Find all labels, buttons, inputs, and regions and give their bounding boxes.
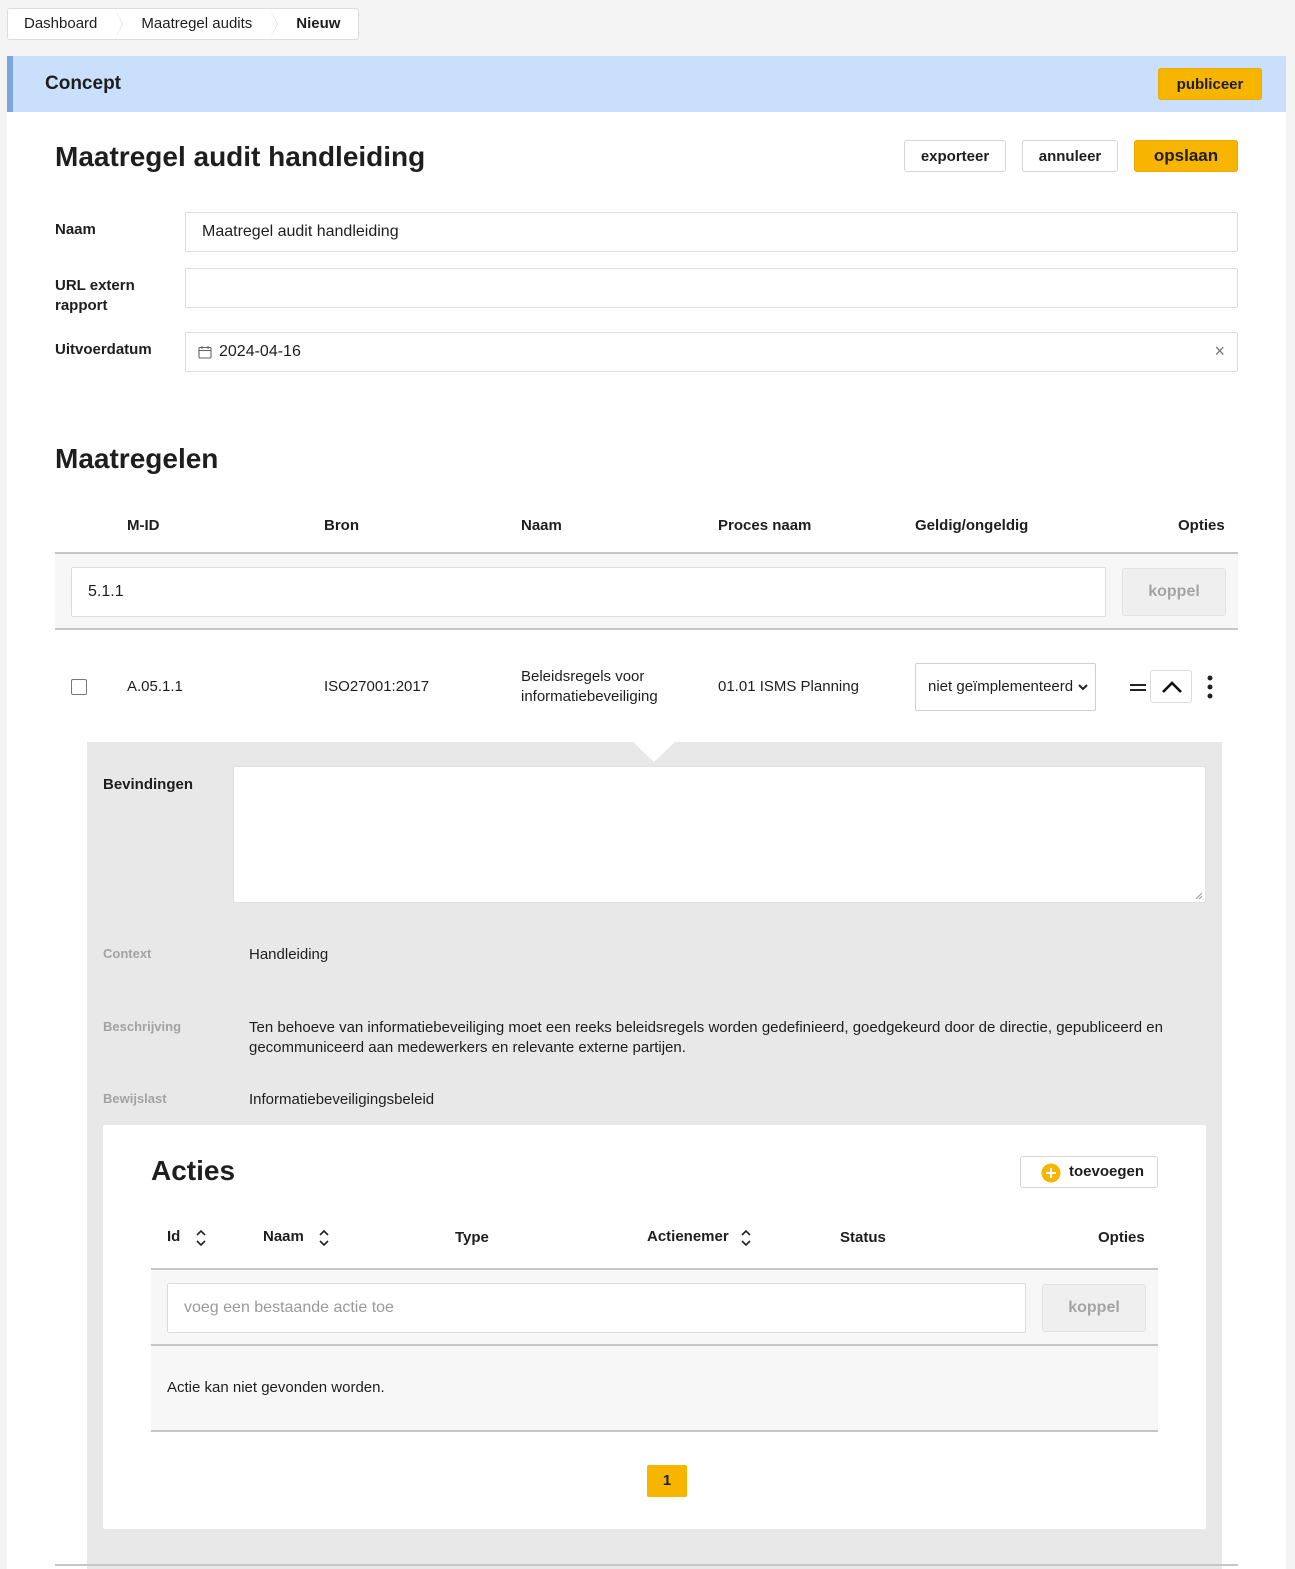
koppel-button[interactable]: koppel bbox=[1122, 568, 1226, 616]
add-actie-button[interactable]: toevoegen bbox=[1020, 1156, 1158, 1188]
row-bron: ISO27001:2017 bbox=[324, 678, 430, 695]
drag-handle-icon[interactable] bbox=[1130, 681, 1146, 693]
breadcrumb: Dashboard Maatregel audits Nieuw bbox=[7, 8, 360, 40]
acties-card: Acties toevoegen Id Naam Type Actienemer… bbox=[103, 1125, 1206, 1529]
date-label: Uitvoerdatum bbox=[55, 341, 152, 358]
sort-icon[interactable] bbox=[741, 1229, 751, 1247]
chevron-down-icon bbox=[1078, 684, 1088, 691]
chevron-up-icon bbox=[1162, 681, 1182, 693]
acties-divider bbox=[151, 1430, 1158, 1432]
acol-actienemer[interactable]: Actienemer bbox=[647, 1228, 729, 1245]
name-label: Naam bbox=[55, 221, 96, 238]
row-proces: 01.01 ISMS Planning bbox=[718, 678, 859, 695]
link-maatregel-row: 5.1.1 koppel bbox=[55, 554, 1238, 630]
col-naam: Naam bbox=[521, 517, 562, 534]
acol-type: Type bbox=[455, 1229, 489, 1246]
status-select-value: niet geïmplementeerd bbox=[928, 678, 1074, 695]
url-label: URL extern rapport bbox=[55, 277, 135, 314]
concept-label: Concept bbox=[45, 73, 121, 94]
acol-naam[interactable]: Naam bbox=[263, 1228, 304, 1245]
export-button[interactable]: exporteer bbox=[904, 140, 1006, 172]
plus-circle-icon bbox=[1041, 1163, 1061, 1183]
calendar-icon bbox=[198, 346, 212, 359]
add-actie-label: toevoegen bbox=[1069, 1163, 1145, 1180]
date-value: 2024-04-16 bbox=[219, 343, 301, 360]
breadcrumb-dashboard[interactable]: Dashboard bbox=[8, 9, 124, 39]
breadcrumb-maatregel-audits[interactable]: Maatregel audits bbox=[115, 9, 279, 39]
maatregelen-title: Maatregelen bbox=[55, 443, 219, 474]
col-mid: M-ID bbox=[127, 517, 160, 534]
actie-search-input[interactable]: voeg een bestaande actie toe bbox=[167, 1283, 1026, 1333]
table-divider bbox=[55, 628, 1238, 630]
kebab-menu-icon[interactable] bbox=[1204, 674, 1216, 700]
context-label: Context bbox=[103, 946, 152, 961]
col-opties: Opties bbox=[1178, 517, 1225, 534]
acties-empty-row: Actie kan niet gevonden worden. bbox=[151, 1346, 1158, 1431]
name-input[interactable]: Maatregel audit handleiding bbox=[185, 212, 1238, 252]
url-input[interactable] bbox=[185, 268, 1238, 308]
detail-notch bbox=[632, 741, 676, 762]
link-actie-row: voeg een bestaande actie toe koppel bbox=[151, 1270, 1158, 1346]
beschrijving-value: Ten behoeve van informatiebeveiliging mo… bbox=[249, 1019, 1163, 1056]
save-button[interactable]: opslaan bbox=[1134, 140, 1238, 172]
sort-icon[interactable] bbox=[319, 1229, 329, 1247]
col-geldig: Geldig/ongeldig bbox=[915, 517, 1029, 534]
status-select[interactable]: niet geïmplementeerd bbox=[915, 663, 1096, 711]
acol-status: Status bbox=[840, 1229, 886, 1246]
acties-empty-text: Actie kan niet gevonden worden. bbox=[167, 1379, 385, 1396]
row-checkbox[interactable] bbox=[71, 679, 87, 695]
sort-icon[interactable] bbox=[196, 1229, 206, 1247]
close-icon[interactable]: × bbox=[1214, 341, 1225, 362]
row-mid: A.05.1.1 bbox=[127, 678, 183, 695]
page-title: Maatregel audit handleiding bbox=[55, 141, 426, 172]
maatregel-search-input[interactable]: 5.1.1 bbox=[71, 567, 1106, 617]
col-proces: Proces naam bbox=[718, 517, 812, 534]
context-value: Handleiding bbox=[249, 946, 329, 963]
acol-opties: Opties bbox=[1098, 1229, 1145, 1246]
main-panel: Maatregel audit handleiding exporteer an… bbox=[7, 112, 1286, 1569]
actie-koppel-button[interactable]: koppel bbox=[1042, 1284, 1146, 1332]
acties-title: Acties bbox=[151, 1155, 236, 1186]
bewijslast-label: Bewijslast bbox=[103, 1091, 167, 1106]
table-divider bbox=[55, 1564, 1238, 1566]
cancel-button[interactable]: annuleer bbox=[1022, 140, 1118, 172]
breadcrumb-nieuw: Nieuw bbox=[296, 15, 341, 32]
pagination-page-1[interactable]: 1 bbox=[647, 1465, 687, 1497]
acol-id[interactable]: Id bbox=[167, 1228, 180, 1245]
bewijslast-value: Informatiebeveiligingsbeleid bbox=[249, 1091, 435, 1108]
col-bron: Bron bbox=[324, 517, 359, 534]
bevindingen-textarea[interactable] bbox=[233, 766, 1206, 903]
publish-button[interactable]: publiceer bbox=[1158, 68, 1262, 100]
resize-grip-icon[interactable] bbox=[1195, 892, 1203, 900]
row-naam: Beleidsregels voor informatiebeveiliging bbox=[521, 668, 658, 705]
maatregel-detail: Bevindingen Context Handleiding Beschrij… bbox=[87, 741, 1222, 1569]
beschrijving-label: Beschrijving bbox=[103, 1019, 182, 1034]
collapse-button[interactable] bbox=[1150, 670, 1192, 703]
date-picker[interactable]: 2024-04-16 × bbox=[185, 332, 1238, 372]
concept-banner: Concept publiceer bbox=[7, 56, 1286, 112]
bevindingen-label: Bevindingen bbox=[103, 776, 194, 793]
